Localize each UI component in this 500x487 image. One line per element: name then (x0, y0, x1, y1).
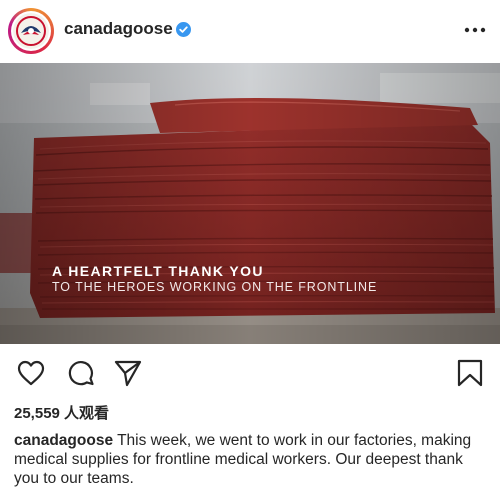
bookmark-icon[interactable] (455, 358, 485, 388)
caption: canadagoose This week, we went to work i… (14, 431, 492, 487)
view-count[interactable]: 25,559 人观看 (14, 402, 109, 423)
post-header: canadagoose (0, 0, 500, 62)
username[interactable]: canadagoose (64, 19, 173, 39)
post-image[interactable]: A HEARTFELT THANK YOU TO THE HEROES WORK… (0, 63, 500, 344)
overlay-title: A HEARTFELT THANK YOU (52, 263, 264, 279)
overlay-subtitle: TO THE HEROES WORKING ON THE FRONTLINE (52, 280, 378, 294)
caption-username[interactable]: canadagoose (14, 432, 113, 449)
avatar[interactable] (13, 13, 49, 49)
paper-plane-icon[interactable] (113, 358, 143, 388)
comment-icon[interactable] (66, 358, 96, 388)
action-bar (0, 350, 500, 396)
avatar-story-ring[interactable] (8, 8, 54, 54)
verified-badge-icon (176, 22, 191, 37)
heart-icon[interactable] (16, 358, 46, 388)
more-options-icon[interactable] (462, 20, 488, 40)
